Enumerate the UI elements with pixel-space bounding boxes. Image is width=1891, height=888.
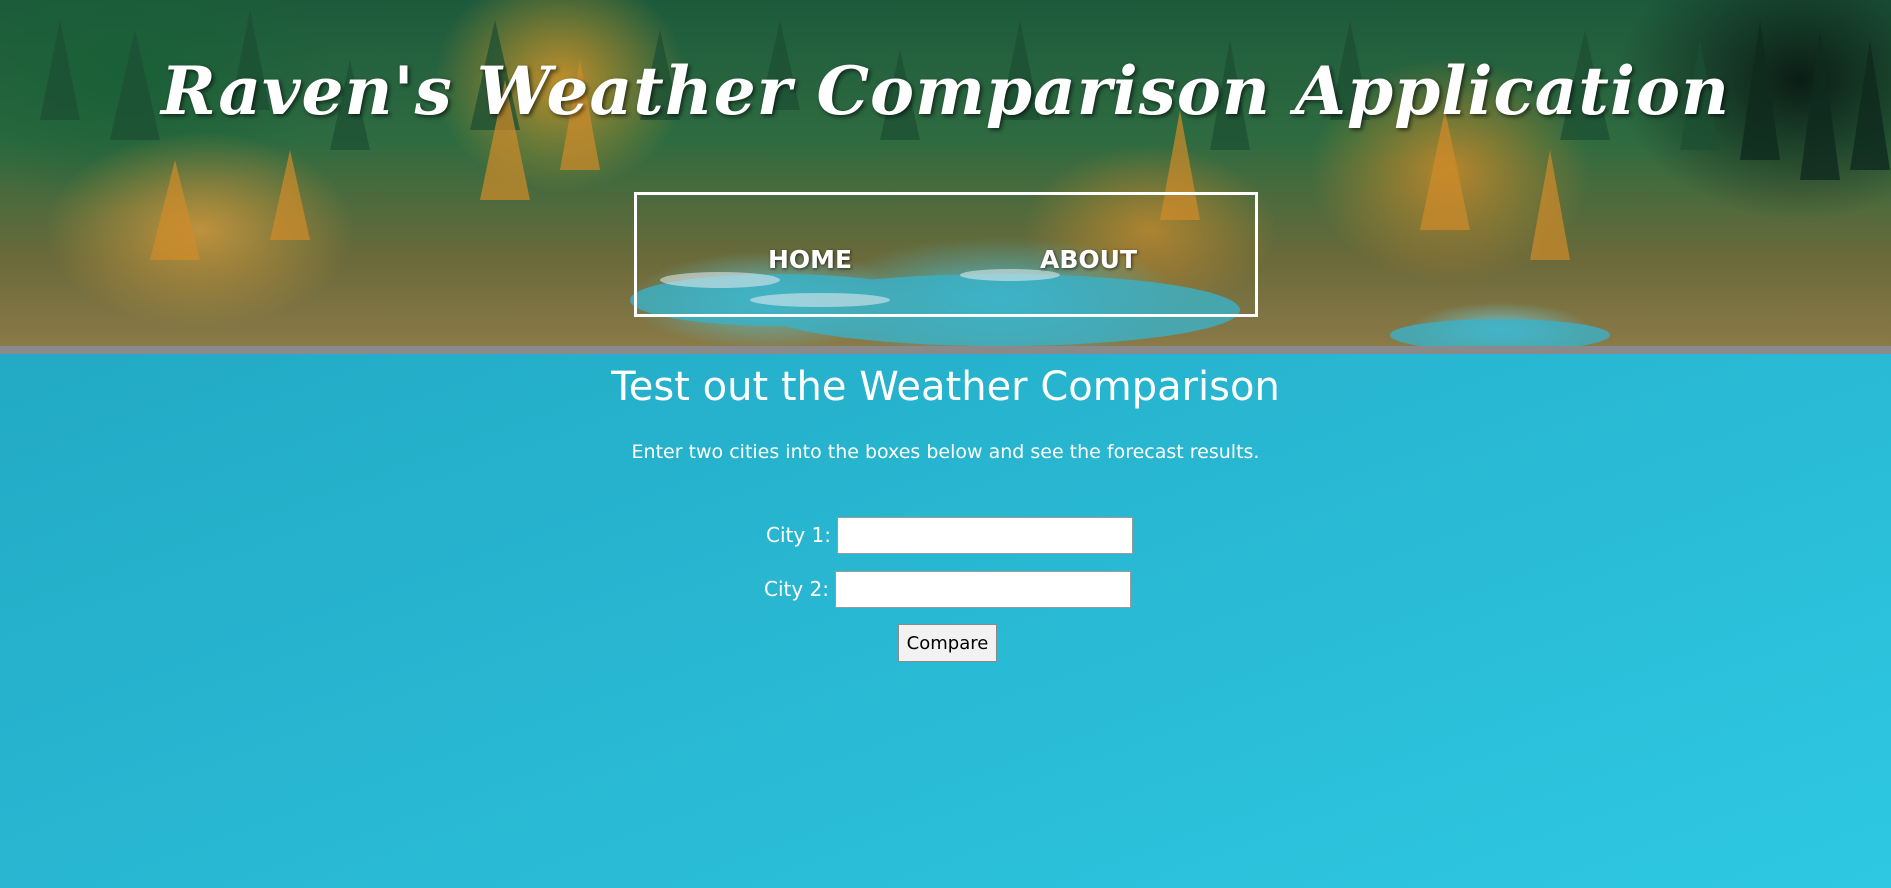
main-nav: HOME ABOUT: [634, 192, 1258, 317]
city-2-label: City 2:: [764, 577, 830, 601]
city-1-input[interactable]: [837, 516, 1134, 554]
section-title: Test out the Weather Comparison: [611, 364, 1280, 410]
section-instructions: Enter two cities into the boxes below an…: [631, 441, 1260, 463]
city-2-row: City 2:: [764, 570, 1132, 608]
hero-banner: Raven's Weather Comparison Application H…: [0, 0, 1891, 346]
city-1-row: City 1:: [766, 516, 1134, 554]
nav-link-about[interactable]: ABOUT: [1040, 245, 1137, 274]
header-divider: [0, 346, 1891, 354]
city-2-input[interactable]: [835, 570, 1132, 608]
compare-button[interactable]: Compare: [898, 624, 997, 662]
nav-link-home[interactable]: HOME: [768, 245, 852, 274]
city-1-label: City 1:: [766, 523, 832, 547]
page-title: Raven's Weather Comparison Application: [161, 52, 1730, 130]
